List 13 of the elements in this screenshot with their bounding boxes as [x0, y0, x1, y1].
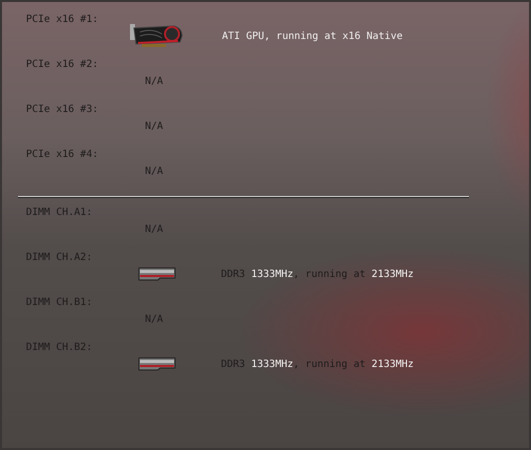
slot-label: PCIe x16 #1:: [26, 14, 98, 25]
memory-module-icon: [138, 267, 176, 281]
graphics-card-icon: [128, 22, 184, 50]
slot-status: ATI GPU, running at x16 Native: [222, 30, 403, 42]
slot-status: N/A: [145, 120, 164, 132]
memory-module-icon: [138, 357, 176, 371]
slot-label: PCIe x16 #2:: [26, 59, 98, 70]
slot-status: N/A: [145, 76, 164, 86]
slot-label: DIMM CH.A1:: [26, 207, 92, 218]
slot-status: N/A: [145, 166, 164, 176]
slot-status: N/A: [145, 224, 164, 234]
slot-label: PCIe x16 #3:: [26, 104, 98, 115]
slot-label: PCIe x16 #4:: [26, 149, 98, 160]
